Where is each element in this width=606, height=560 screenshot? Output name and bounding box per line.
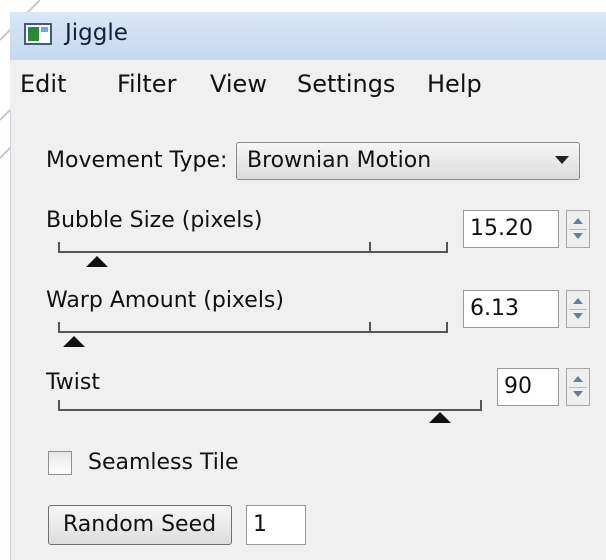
menu-view[interactable]: View xyxy=(210,70,267,98)
jiggle-window: Jiggle Edit Filter View Settings Help Mo… xyxy=(0,0,606,560)
spinner-divider xyxy=(569,229,587,230)
seed-value: 1 xyxy=(253,512,267,537)
slider-tick xyxy=(58,242,60,252)
window-title: Jiggle xyxy=(65,20,128,46)
twist-input[interactable]: 90 xyxy=(497,368,559,406)
twist-slider[interactable] xyxy=(58,396,482,428)
warp-amount-track xyxy=(58,331,448,333)
bubble-size-label: Bubble Size (pixels) xyxy=(46,208,263,233)
spin-up-icon[interactable] xyxy=(573,218,583,224)
seamless-tile-checkbox[interactable] xyxy=(48,451,72,475)
slider-tick xyxy=(58,400,60,410)
slider-tick xyxy=(369,242,371,252)
slider-tick xyxy=(480,400,482,410)
warp-amount-thumb[interactable] xyxy=(62,336,85,347)
slider-tick xyxy=(446,242,448,252)
random-seed-button[interactable]: Random Seed xyxy=(48,505,232,545)
warp-amount-value: 6.13 xyxy=(470,296,519,321)
spinner-divider xyxy=(569,387,587,388)
bubble-size-spinner[interactable] xyxy=(566,210,590,248)
warp-amount-spinner[interactable] xyxy=(566,290,590,328)
bubble-size-input[interactable]: 15.20 xyxy=(463,210,559,248)
menu-bar: Edit Filter View Settings Help xyxy=(10,60,606,110)
bubble-size-slider[interactable] xyxy=(58,238,448,270)
slider-tick xyxy=(58,322,60,332)
seamless-tile-label[interactable]: Seamless Tile xyxy=(88,450,239,475)
title-bar: Jiggle xyxy=(10,12,606,60)
movement-type-dropdown[interactable]: Brownian Motion xyxy=(236,142,580,180)
warp-amount-slider[interactable] xyxy=(58,318,448,350)
warp-amount-input[interactable]: 6.13 xyxy=(463,290,559,328)
app-icon xyxy=(24,23,52,45)
slider-tick xyxy=(369,322,371,332)
dropdown-arrow-icon xyxy=(555,156,569,164)
spin-up-icon[interactable] xyxy=(573,298,583,304)
spin-up-icon[interactable] xyxy=(573,376,583,382)
spin-down-icon[interactable] xyxy=(573,233,583,239)
seed-input[interactable]: 1 xyxy=(246,505,306,545)
menu-help[interactable]: Help xyxy=(427,70,482,98)
twist-value: 90 xyxy=(504,374,532,399)
warp-amount-label: Warp Amount (pixels) xyxy=(46,288,284,313)
bubble-size-value: 15.20 xyxy=(470,216,533,241)
menu-filter[interactable]: Filter xyxy=(117,70,176,98)
spin-down-icon[interactable] xyxy=(573,391,583,397)
twist-label: Twist xyxy=(46,370,100,395)
random-seed-button-label: Random Seed xyxy=(63,512,217,537)
twist-thumb[interactable] xyxy=(428,412,451,423)
movement-type-label: Movement Type: xyxy=(46,148,228,173)
menu-settings[interactable]: Settings xyxy=(297,70,395,98)
twist-spinner[interactable] xyxy=(566,368,590,406)
spin-down-icon[interactable] xyxy=(573,313,583,319)
slider-tick xyxy=(446,322,448,332)
bubble-size-track xyxy=(58,251,448,253)
twist-track xyxy=(58,409,482,411)
bubble-size-thumb[interactable] xyxy=(86,256,108,267)
menu-edit[interactable]: Edit xyxy=(20,70,66,98)
movement-type-value: Brownian Motion xyxy=(247,148,432,173)
spinner-divider xyxy=(569,309,587,310)
